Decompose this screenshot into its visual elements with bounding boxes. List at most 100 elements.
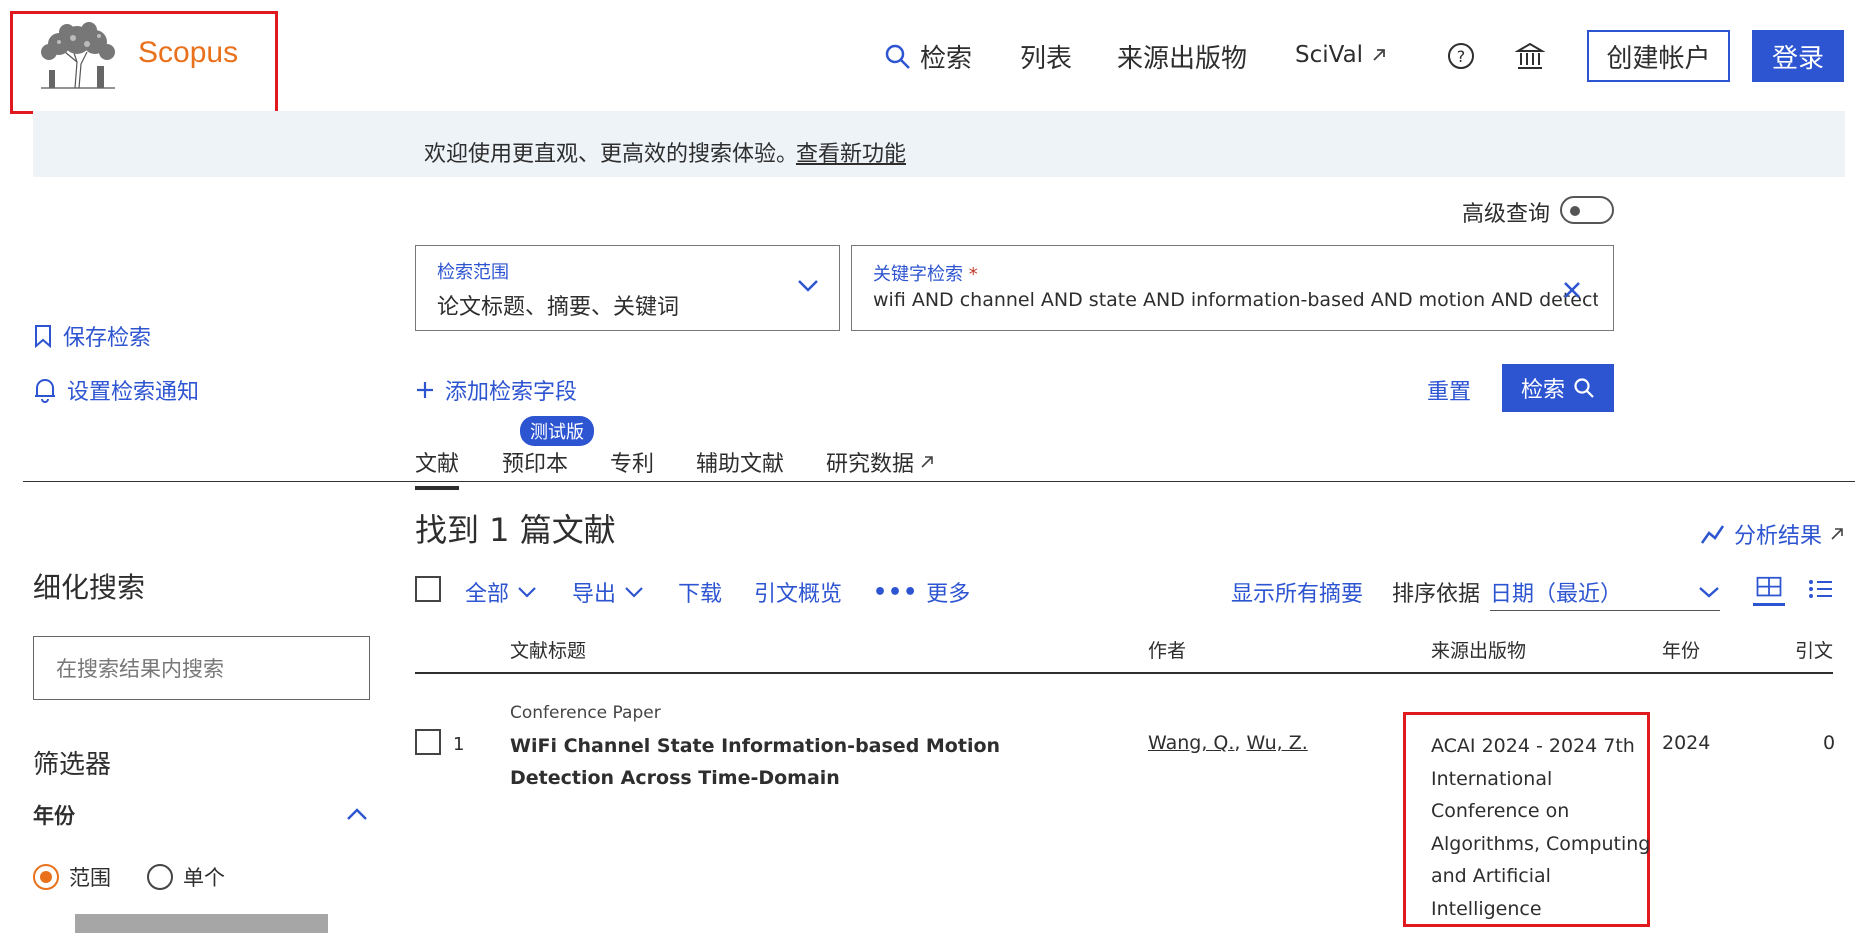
source-title: ACAI 2024 - 2024 7th International Confe… <box>1431 735 1651 920</box>
save-search-link[interactable]: 保存检索 <box>33 320 151 352</box>
export-label: 导出 <box>572 582 617 607</box>
sort-select[interactable]: 日期（最近） <box>1490 576 1720 611</box>
range-label: 范围 <box>69 866 111 890</box>
keyword-label: 关键字检索 * <box>873 260 978 286</box>
download-button[interactable]: 下载 <box>678 576 722 608</box>
elsevier-tree-logo <box>41 22 115 89</box>
refine-search-heading: 细化搜索 <box>33 571 146 604</box>
citation-count: 0 <box>1823 732 1836 754</box>
advanced-query-toggle[interactable] <box>1560 196 1614 224</box>
tab-secondary-documents[interactable]: 辅助文献 <box>696 446 784 478</box>
beta-badge: 测试版 <box>520 416 594 446</box>
radio-selected <box>33 864 59 890</box>
whats-new-link[interactable]: 查看新功能 <box>796 136 906 168</box>
select-all-dropdown[interactable]: 全部 <box>465 576 537 608</box>
show-all-abstracts-button[interactable]: 显示所有摘要 <box>1231 576 1363 608</box>
more-button[interactable]: ••• 更多 <box>873 576 970 608</box>
analyze-results-link[interactable]: 分析结果 <box>1700 518 1844 550</box>
sort-value: 日期（最近） <box>1490 582 1623 607</box>
search-icon <box>1574 378 1594 398</box>
sort-label: 排序依据 <box>1392 582 1481 607</box>
year-filter-heading[interactable]: 年份 <box>33 800 75 830</box>
row-index: 1 <box>453 734 465 755</box>
year-histogram-bar <box>75 914 328 933</box>
create-account-button[interactable]: 创建帐户 <box>1587 30 1730 82</box>
help-icon[interactable]: ? <box>1447 42 1475 70</box>
document-type: Conference Paper <box>510 703 661 723</box>
scope-value: 论文标题、摘要、关键词 <box>437 295 680 320</box>
bookmark-icon <box>35 325 51 348</box>
nav-lists[interactable]: 列表 <box>1020 38 1072 75</box>
institution-icon[interactable] <box>1515 41 1545 71</box>
nav-search[interactable]: 检索 <box>884 38 972 75</box>
nav-scival-label: SciVal <box>1295 42 1364 68</box>
advanced-query-label: 高级查询 <box>1462 202 1551 227</box>
tab-research-data-label: 研究数据 <box>826 452 915 477</box>
login-button[interactable]: 登录 <box>1752 30 1844 82</box>
column-title[interactable]: 文献标题 <box>510 636 586 663</box>
table-header-divider <box>415 672 1833 674</box>
scopus-logo-text[interactable]: Scopus <box>138 36 238 70</box>
svg-text:?: ? <box>1457 47 1466 66</box>
nav-sources[interactable]: 来源出版物 <box>1117 38 1247 75</box>
nav-scival[interactable]: SciVal <box>1295 42 1387 68</box>
search-button[interactable]: 检索 <box>1502 364 1614 412</box>
analytics-icon <box>1700 525 1725 544</box>
add-search-field-button[interactable]: 添加检索字段 <box>415 374 577 406</box>
keyword-search-field[interactable]: 关键字检索 * wifi AND channel AND state AND i… <box>851 245 1614 331</box>
keyword-search-input[interactable]: wifi AND channel AND state AND informati… <box>873 289 1598 311</box>
chevron-down-icon <box>798 280 818 292</box>
search-button-label: 检索 <box>1520 378 1565 403</box>
reset-button[interactable]: 重置 <box>1427 374 1471 406</box>
tab-research-data[interactable]: 研究数据 <box>826 446 934 478</box>
row-checkbox[interactable] <box>415 729 441 755</box>
single-label: 单个 <box>183 866 225 890</box>
year-range-radio[interactable]: 范围 <box>33 862 111 892</box>
set-alert-label: 设置检索通知 <box>67 380 200 405</box>
required-mark: * <box>968 264 978 285</box>
analyze-results-label: 分析结果 <box>1734 524 1823 549</box>
column-citations[interactable]: 引文 <box>1795 636 1833 663</box>
column-authors[interactable]: 作者 <box>1148 636 1186 663</box>
column-year[interactable]: 年份 <box>1662 636 1700 663</box>
filters-heading: 筛选器 <box>33 750 112 780</box>
select-all-label: 全部 <box>465 582 510 607</box>
search-icon <box>885 44 910 69</box>
external-link-icon <box>1373 49 1385 61</box>
welcome-banner <box>33 111 1845 177</box>
more-dots-icon: ••• <box>873 579 919 605</box>
bell-icon <box>35 379 55 403</box>
tab-patents[interactable]: 专利 <box>610 446 654 478</box>
set-alert-link[interactable]: 设置检索通知 <box>33 374 199 406</box>
chevron-down-icon <box>518 587 536 598</box>
external-link-icon <box>1831 528 1843 540</box>
plus-icon <box>417 382 433 398</box>
radio-unselected <box>147 864 173 890</box>
year-single-radio[interactable]: 单个 <box>147 862 225 892</box>
authors-list: Wang, Q., Wu, Z. <box>1148 732 1308 754</box>
keyword-label-text: 关键字检索 <box>873 264 963 285</box>
document-title-link[interactable]: WiFi Channel State Information-based Mot… <box>510 730 1100 794</box>
tab-preprints[interactable]: 预印本 <box>502 446 568 478</box>
nav-sources-label: 来源出版物 <box>1117 44 1248 74</box>
column-source[interactable]: 来源出版物 <box>1431 636 1526 663</box>
external-link-icon <box>921 456 933 468</box>
grid-view-icon[interactable] <box>1753 576 1785 606</box>
citation-overview-button[interactable]: 引文概览 <box>754 576 842 608</box>
tab-documents[interactable]: 文献 <box>415 446 460 490</box>
list-view-icon[interactable] <box>1808 578 1834 600</box>
nav-search-label: 检索 <box>920 44 973 74</box>
more-label: 更多 <box>926 582 971 607</box>
search-scope-select[interactable]: 检索范围 论文标题、摘要、关键词 <box>415 245 840 331</box>
select-all-checkbox[interactable] <box>415 576 441 602</box>
chevron-down-icon <box>1699 587 1719 598</box>
search-within-results-input[interactable]: 在搜索结果内搜索 <box>33 636 370 700</box>
save-search-label: 保存检索 <box>63 326 152 351</box>
export-dropdown[interactable]: 导出 <box>572 576 644 608</box>
results-count-title: 找到 1 篇文献 <box>415 511 616 549</box>
author-link[interactable]: Wu, Z. <box>1246 732 1307 754</box>
clear-icon[interactable] <box>1562 280 1582 300</box>
author-link[interactable]: Wang, Q. <box>1148 732 1234 754</box>
add-search-field-label: 添加检索字段 <box>445 380 578 405</box>
chevron-up-icon[interactable] <box>345 806 369 822</box>
